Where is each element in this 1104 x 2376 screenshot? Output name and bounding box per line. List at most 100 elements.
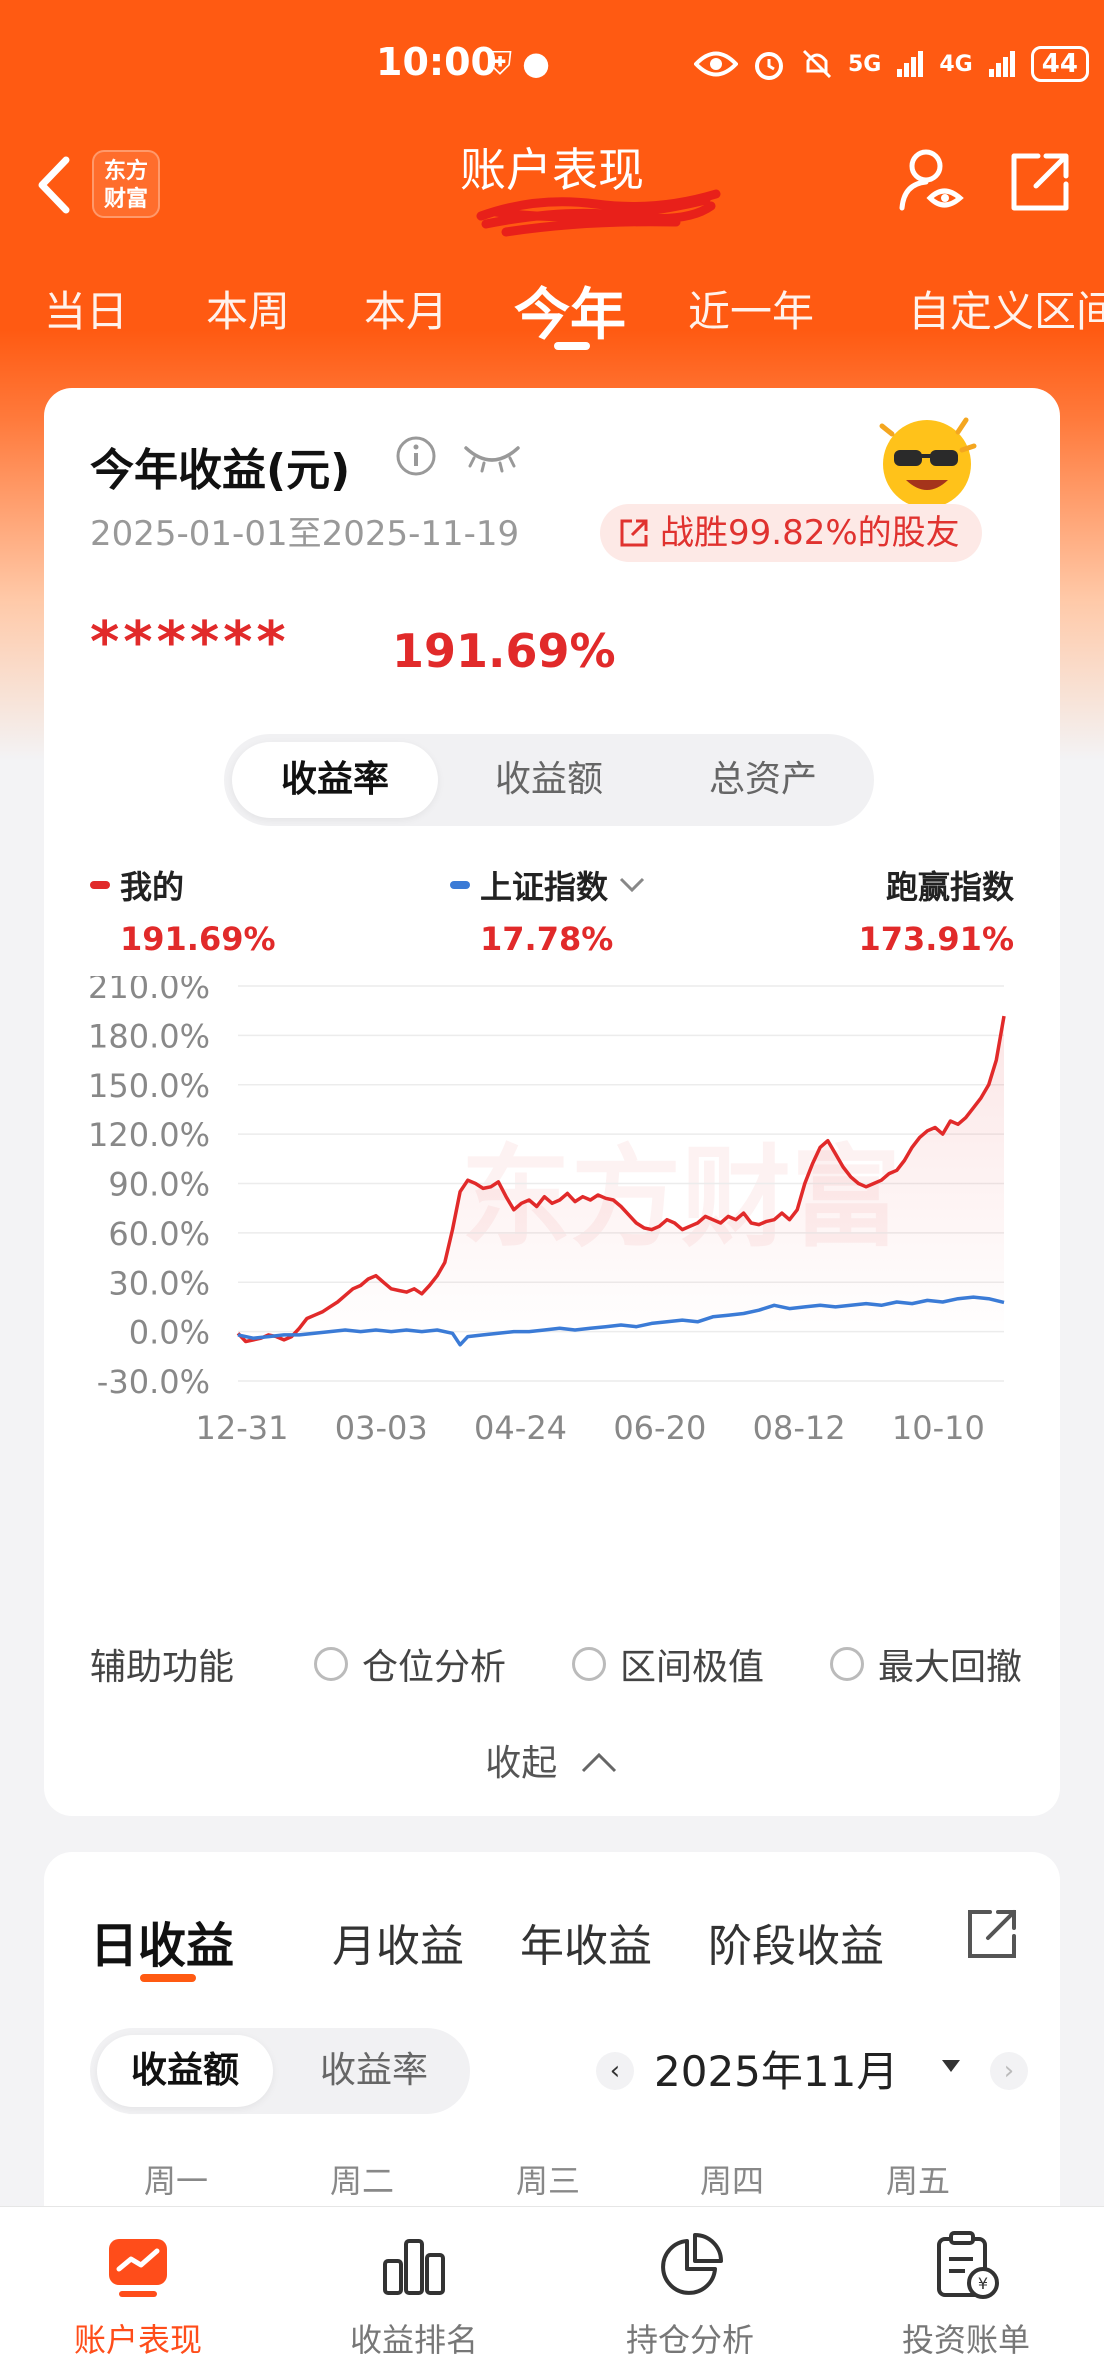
notification-icons: ⛨ ● bbox=[488, 44, 551, 82]
nav-account-performance[interactable]: 账户表现 bbox=[0, 2231, 276, 2361]
legend-beat-value: 173.91% bbox=[858, 920, 1014, 958]
caret-down-icon[interactable] bbox=[940, 2058, 962, 2074]
aux-functions: 辅助功能 仓位分析 区间极值 最大回撤 bbox=[90, 1638, 1030, 1688]
share-icon[interactable] bbox=[1008, 150, 1072, 214]
tab-monthly-returns[interactable]: 月收益 bbox=[332, 1910, 464, 1974]
nav-returns-ranking[interactable]: 收益排名 bbox=[276, 2231, 552, 2361]
tab-custom-range[interactable]: 自定义区间 bbox=[908, 278, 1104, 339]
eye-closed-icon[interactable] bbox=[462, 438, 522, 474]
weekday-tue: 周二 bbox=[330, 2162, 395, 2200]
weekday-mon: 周一 bbox=[144, 2162, 209, 2200]
svg-text:¥: ¥ bbox=[978, 2274, 988, 2293]
legend-swatch-mine bbox=[90, 881, 110, 889]
y-tick-label: 120.0% bbox=[88, 1116, 210, 1154]
y-tick-label: 150.0% bbox=[88, 1067, 210, 1105]
tab-last-year[interactable]: 近一年 bbox=[688, 278, 814, 339]
tab-today[interactable]: 当日 bbox=[44, 278, 128, 339]
returns-tabs: 日收益 月收益 年收益 阶段收益 bbox=[90, 1910, 1030, 1990]
legend-beat-index: 跑赢指数 173.91% bbox=[844, 862, 1014, 958]
legend-swatch-index bbox=[450, 881, 470, 889]
toggle-amount[interactable]: 收益额 bbox=[97, 2035, 273, 2107]
chevron-right-icon[interactable]: › bbox=[990, 2052, 1028, 2090]
returns-tab-indicator bbox=[140, 1974, 196, 1982]
status-bar: 10:00 ⛨ ● 5G 4G 44 bbox=[0, 40, 1104, 96]
return-percentage: 191.69% bbox=[392, 624, 616, 678]
alarm-icon bbox=[755, 52, 783, 80]
legend-mine: 我的 191.69% bbox=[90, 862, 276, 958]
nav-holdings-analysis[interactable]: 持仓分析 bbox=[552, 2231, 828, 2361]
nav-investment-bill[interactable]: ¥ 投资账单 bbox=[828, 2231, 1104, 2361]
y-tick-label: 180.0% bbox=[88, 1017, 210, 1055]
tab-period-returns[interactable]: 阶段收益 bbox=[708, 1910, 884, 1974]
date-range: 2025-01-01至2025-11-19 bbox=[90, 514, 520, 554]
tab-yearly-returns[interactable]: 年收益 bbox=[520, 1910, 652, 1974]
tab-this-year[interactable]: 今年 bbox=[514, 270, 626, 351]
radio-range-extremes[interactable]: 区间极值 bbox=[572, 1638, 764, 1690]
radio-circle-icon[interactable] bbox=[314, 1647, 348, 1681]
tab-this-week[interactable]: 本周 bbox=[206, 278, 290, 339]
returns-chart[interactable]: 东方财富210.0%180.0%150.0%120.0%90.0%60.0%30… bbox=[44, 976, 1060, 1476]
hidden-amount: ****** bbox=[90, 610, 290, 675]
tab-daily-returns[interactable]: 日收益 bbox=[90, 1906, 234, 1976]
weekday-fri: 周五 bbox=[886, 2162, 951, 2200]
radio-circle-icon[interactable] bbox=[572, 1647, 606, 1681]
collapse-label: 收起 bbox=[485, 1743, 558, 1784]
battery-indicator: 44 bbox=[1030, 46, 1089, 82]
bottom-nav: 账户表现 收益排名 持仓分析 ¥ 投资账单 bbox=[0, 2206, 1104, 2376]
x-tick-label: 06-20 bbox=[613, 1409, 706, 1447]
signal-bars-icon-2 bbox=[988, 51, 1015, 77]
beat-badge[interactable]: 战胜99.82%的股友 bbox=[600, 504, 982, 562]
aux-label: 辅助功能 bbox=[90, 1647, 235, 1688]
redaction-scribble bbox=[476, 189, 721, 237]
cool-emoji-icon bbox=[879, 417, 977, 508]
legend-index-label: 上证指数 bbox=[480, 868, 609, 906]
status-time: 10:00 bbox=[376, 40, 497, 84]
metric-total-assets[interactable]: 总资产 bbox=[660, 742, 866, 818]
signal-4g: 4G bbox=[939, 51, 973, 77]
y-tick-label: 0.0% bbox=[129, 1314, 210, 1352]
pie-chart-icon bbox=[661, 2233, 723, 2295]
y-tick-label: 30.0% bbox=[108, 1264, 210, 1302]
bar-chart-icon bbox=[383, 2239, 445, 2295]
y-tick-label: 210.0% bbox=[88, 976, 210, 1006]
info-icon[interactable] bbox=[394, 434, 438, 478]
chevron-down-icon[interactable] bbox=[618, 876, 646, 894]
beat-text: 战胜99.82%的股友 bbox=[660, 513, 960, 553]
returns-toggle: 收益额 收益率 bbox=[90, 2028, 470, 2114]
mute-icon bbox=[802, 49, 832, 79]
signal-5g: 5G bbox=[848, 51, 882, 77]
x-tick-label: 10-10 bbox=[892, 1409, 985, 1447]
legend-index[interactable]: 上证指数 17.78% bbox=[450, 862, 646, 958]
y-tick-label: 90.0% bbox=[108, 1166, 210, 1204]
share-icon[interactable] bbox=[964, 1906, 1020, 1962]
radio-position-analysis[interactable]: 仓位分析 bbox=[314, 1638, 506, 1690]
chevron-left-icon[interactable]: ‹ bbox=[596, 2052, 634, 2090]
x-tick-label: 03-03 bbox=[335, 1409, 428, 1447]
radio-circle-icon[interactable] bbox=[830, 1647, 864, 1681]
legend-index-value: 17.78% bbox=[480, 920, 614, 958]
eye-status-icon bbox=[694, 51, 738, 77]
month-label[interactable]: 2025年11月 bbox=[654, 2038, 898, 2099]
summary-card: 今年收益(元) 2025-01-01至2025-11-19 战胜99.82%的股… bbox=[44, 388, 1060, 1816]
user-view-icon[interactable] bbox=[896, 146, 966, 216]
status-right-icons: 5G 4G 44 bbox=[694, 46, 1089, 82]
trend-chart-icon bbox=[109, 2239, 167, 2297]
weekday-thu: 周四 bbox=[700, 2162, 765, 2200]
y-tick-label: -30.0% bbox=[97, 1363, 210, 1401]
metric-return-rate[interactable]: 收益率 bbox=[232, 742, 438, 818]
tab-this-month[interactable]: 本月 bbox=[364, 278, 448, 339]
legend-mine-value: 191.69% bbox=[120, 920, 276, 958]
x-tick-label: 04-24 bbox=[474, 1409, 567, 1447]
x-tick-label: 12-31 bbox=[196, 1409, 289, 1447]
weekday-wed: 周三 bbox=[516, 2162, 581, 2200]
radio-max-drawdown[interactable]: 最大回撤 bbox=[830, 1638, 1022, 1690]
period-tabs: 当日 本周 本月 今年 近一年 自定义区间 bbox=[0, 270, 1104, 350]
toggle-rate[interactable]: 收益率 bbox=[286, 2035, 462, 2107]
signal-bars-icon bbox=[897, 51, 924, 77]
metric-return-amount[interactable]: 收益额 bbox=[446, 742, 652, 818]
x-tick-label: 08-12 bbox=[753, 1409, 846, 1447]
collapse-button[interactable]: 收起 bbox=[44, 1734, 1060, 1786]
legend-beat-label: 跑赢指数 bbox=[885, 868, 1014, 906]
legend-mine-label: 我的 bbox=[120, 868, 185, 906]
y-tick-label: 60.0% bbox=[108, 1215, 210, 1253]
